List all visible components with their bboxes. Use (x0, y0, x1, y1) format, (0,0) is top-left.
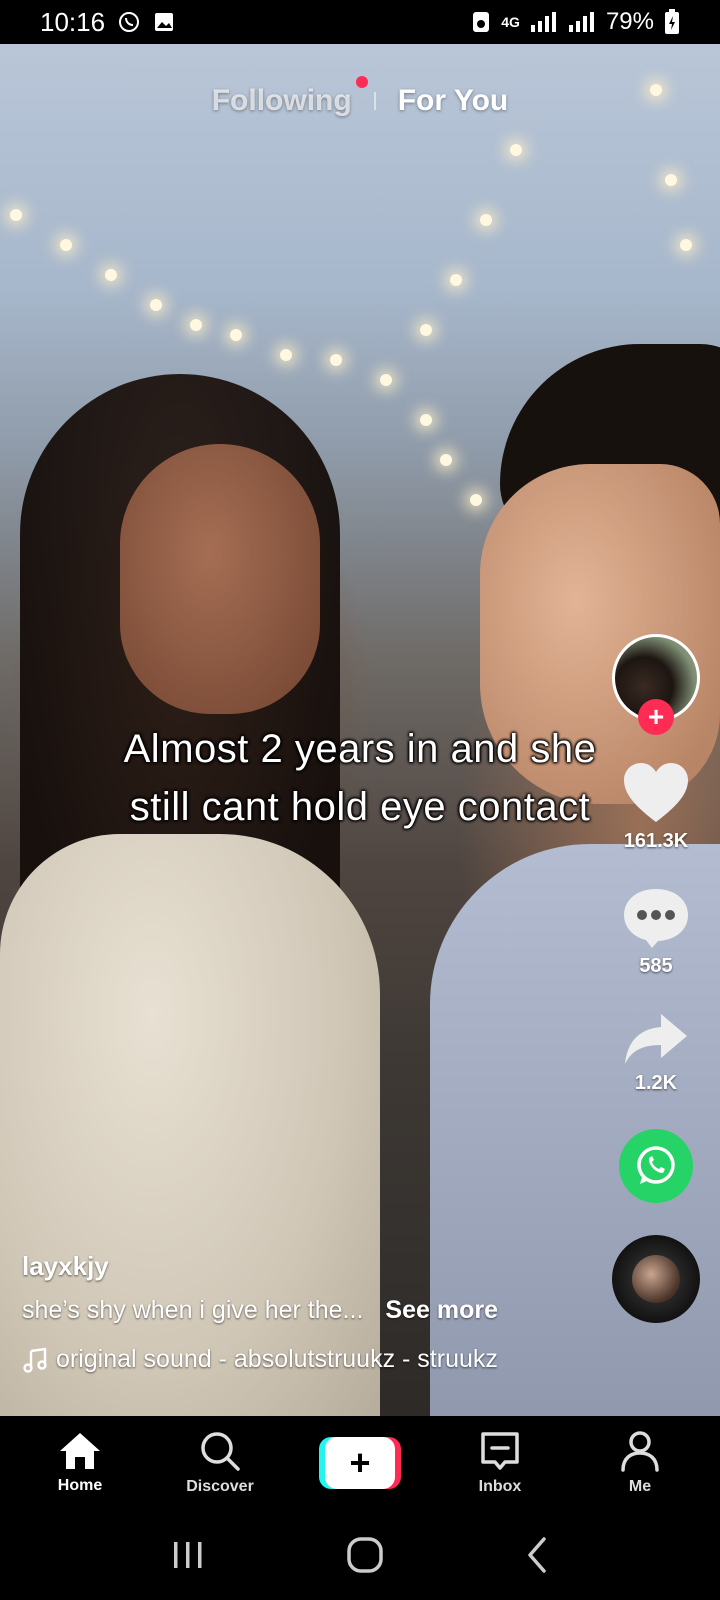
nav-home[interactable]: Home (25, 1431, 135, 1495)
status-bar: 10:16 4G 79% (0, 0, 720, 44)
tab-divider (373, 92, 376, 110)
tab-for-you-label: For You (397, 84, 509, 117)
nav-inbox[interactable]: Inbox (445, 1430, 555, 1496)
string-light (190, 319, 202, 331)
profile-icon (621, 1431, 659, 1472)
string-light (420, 324, 432, 336)
like-count: 161.3K (623, 830, 689, 852)
create-plus-icon: + (325, 1437, 395, 1489)
sound-name: original sound - absolutstruukz - struuk… (56, 1345, 498, 1373)
string-light (10, 209, 22, 221)
new-content-dot (355, 76, 368, 88)
bottom-navigation: Home Discover + Inbox Me (0, 1416, 720, 1510)
share-arrow-icon (625, 1014, 687, 1064)
string-light (470, 494, 482, 506)
follow-plus-button[interactable]: + (638, 699, 674, 735)
battery-percent: 79% (605, 8, 654, 35)
see-more-link[interactable]: See more (385, 1296, 498, 1325)
creator-username[interactable]: layxkjy (22, 1251, 582, 1282)
string-light (665, 174, 677, 186)
feed-tabs: Following For You (0, 76, 720, 118)
tab-following-label: Following (211, 84, 352, 117)
nav-create[interactable]: + (305, 1437, 415, 1489)
search-icon (201, 1432, 240, 1471)
network-type: 4G (501, 14, 520, 30)
heart-icon (624, 763, 688, 822)
nav-me[interactable]: Me (585, 1430, 695, 1496)
string-light (420, 414, 432, 426)
comment-button[interactable]: 585 (622, 887, 690, 978)
video-content (120, 444, 320, 714)
sound-disc-button[interactable] (612, 1235, 700, 1323)
nav-home-label: Home (57, 1477, 103, 1494)
comment-count: 585 (639, 955, 673, 977)
comment-icon (624, 889, 688, 948)
like-button[interactable]: 161.3K (622, 762, 690, 853)
gallery-notification-icon (155, 13, 174, 31)
inbox-icon (481, 1432, 519, 1470)
tab-following[interactable]: Following (211, 76, 368, 118)
string-light (105, 269, 117, 281)
music-note-icon (23, 1347, 47, 1373)
string-light (60, 239, 72, 251)
post-info: layxkjy she’s shy when i give her the...… (22, 1251, 582, 1374)
back-icon[interactable] (522, 1535, 552, 1575)
sound-link[interactable]: original sound - absolutstruukz - struuk… (22, 1345, 582, 1374)
recent-apps-icon[interactable] (168, 1538, 208, 1572)
create-button[interactable]: + (319, 1437, 401, 1489)
string-light (680, 239, 692, 251)
battery-charging-icon (665, 9, 679, 34)
share-count: 1.2K (634, 1072, 678, 1094)
string-light (380, 374, 392, 386)
sound-cover-art (632, 1255, 680, 1303)
home-icon (60, 1433, 100, 1469)
string-light (280, 349, 292, 361)
string-light (450, 274, 462, 286)
creator-avatar[interactable]: + (612, 634, 700, 735)
string-light (330, 354, 342, 366)
whatsapp-icon (637, 1146, 675, 1184)
string-light (230, 329, 242, 341)
action-rail: + 161.3K 585 1.2K (608, 634, 704, 1323)
signal-icon (530, 12, 556, 32)
home-button-icon[interactable] (345, 1535, 385, 1575)
signal-icon-2 (568, 12, 594, 32)
string-light (440, 454, 452, 466)
system-navigation-bar (0, 1510, 720, 1600)
string-light (480, 214, 492, 226)
post-description[interactable]: she’s shy when i give her the... (22, 1296, 363, 1325)
nav-me-label: Me (628, 1478, 652, 1495)
whatsapp-notification-icon (119, 12, 140, 32)
nav-discover-label: Discover (186, 1478, 254, 1495)
data-saver-icon (473, 12, 490, 32)
share-button[interactable]: 1.2K (623, 1012, 689, 1095)
nav-inbox-label: Inbox (478, 1478, 522, 1495)
string-light (510, 144, 522, 156)
whatsapp-share-button[interactable] (619, 1129, 693, 1203)
status-time: 10:16 (40, 6, 106, 37)
string-light (150, 299, 162, 311)
tab-for-you[interactable]: For You (398, 84, 509, 118)
nav-discover[interactable]: Discover (165, 1430, 275, 1496)
